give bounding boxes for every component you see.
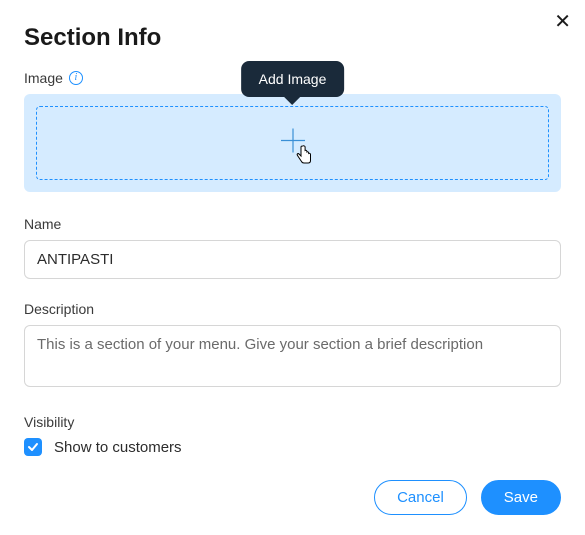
show-to-customers-label: Show to customers — [54, 439, 182, 456]
image-dropzone[interactable]: Add Image — [36, 106, 549, 180]
info-icon[interactable]: i — [69, 71, 83, 85]
cancel-button[interactable]: Cancel — [374, 480, 467, 515]
close-button[interactable]: ✕ — [554, 12, 571, 32]
image-label: Image — [24, 70, 63, 86]
add-image-tooltip: Add Image — [241, 61, 345, 97]
dialog-button-row: Cancel Save — [374, 480, 561, 515]
image-dropzone-container[interactable]: Add Image — [24, 94, 561, 192]
description-textarea[interactable] — [24, 325, 561, 387]
save-button[interactable]: Save — [481, 480, 561, 515]
dialog-title: Section Info — [24, 24, 561, 52]
plus-icon — [279, 127, 307, 160]
check-icon — [27, 441, 39, 453]
close-icon: ✕ — [554, 11, 571, 33]
name-label: Name — [24, 216, 561, 232]
show-to-customers-checkbox[interactable] — [24, 438, 42, 456]
visibility-label: Visibility — [24, 414, 561, 430]
description-label: Description — [24, 301, 561, 317]
name-input[interactable] — [24, 240, 561, 279]
